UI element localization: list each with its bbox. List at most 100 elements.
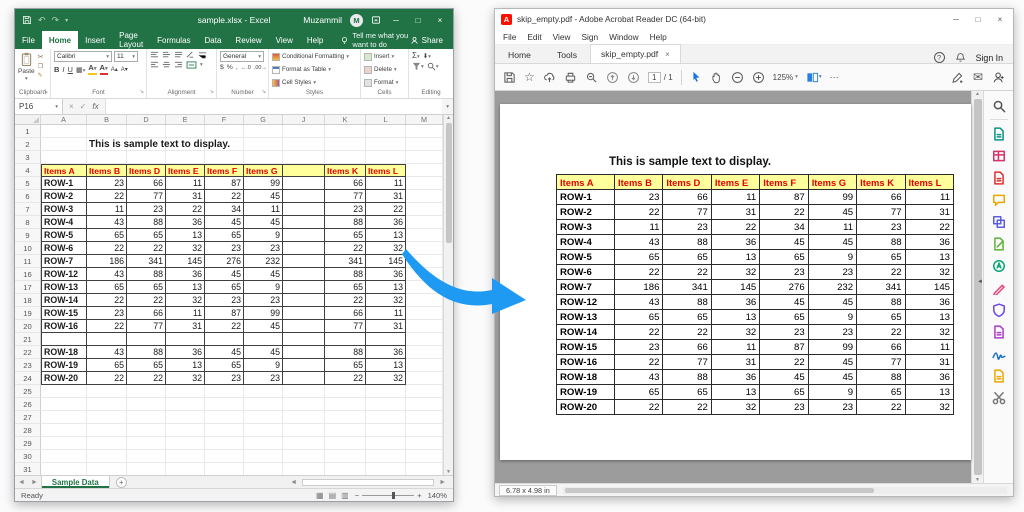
pdf-table-cell[interactable]: 13	[905, 250, 953, 265]
grid-cell[interactable]	[283, 320, 325, 333]
pdf-table-cell[interactable]: 13	[905, 385, 953, 400]
grid-cell[interactable]: 36	[366, 346, 406, 359]
grid-cell[interactable]	[406, 151, 443, 164]
pdf-table-cell[interactable]: 13	[905, 310, 953, 325]
grid-cell[interactable]	[366, 463, 406, 475]
pdf-table-cell[interactable]: ROW-15	[557, 340, 615, 355]
grid-cell[interactable]: ROW-16	[41, 320, 87, 333]
pdf-table-cell[interactable]: 11	[905, 190, 953, 205]
grid-cell[interactable]	[325, 450, 366, 463]
column-header-F[interactable]: F	[205, 115, 244, 124]
pdf-table-cell[interactable]: 65	[615, 250, 663, 265]
pdf-table-cell[interactable]: ROW-14	[557, 325, 615, 340]
grid-cell[interactable]: 13	[166, 229, 205, 242]
grid-cell[interactable]: 77	[127, 320, 166, 333]
acrobat-tab-home[interactable]: Home	[495, 45, 544, 64]
column-header-D[interactable]: D	[127, 115, 166, 124]
row-header-9[interactable]: 9	[15, 229, 41, 242]
pdf-table-cell[interactable]: 341	[663, 280, 711, 295]
select-all-corner[interactable]	[15, 115, 41, 124]
grid-cell[interactable]: ROW-2	[41, 190, 87, 203]
grid-cell[interactable]	[406, 411, 443, 424]
pdf-table-cell[interactable]: 13	[711, 385, 759, 400]
row-header-21[interactable]: 21	[15, 333, 41, 346]
grid-cell[interactable]	[127, 333, 166, 346]
grid-cell[interactable]: 43	[87, 216, 127, 229]
grid-cell[interactable]: 65	[205, 229, 244, 242]
insert-cells-button[interactable]: Insert▾	[364, 51, 405, 62]
grid-cell[interactable]	[87, 385, 127, 398]
grid-cell[interactable]: 66	[325, 307, 366, 320]
grid-cell[interactable]	[406, 463, 443, 475]
pdf-table-cell[interactable]: 22	[615, 325, 663, 340]
pdf-table-cell[interactable]: 65	[857, 310, 905, 325]
grid-cell[interactable]	[406, 203, 443, 216]
normal-view-icon[interactable]: ▦	[316, 491, 324, 500]
grid-cell[interactable]	[166, 125, 205, 138]
row-header-2[interactable]: 2	[15, 138, 41, 151]
pdf-table-cell[interactable]: 32	[905, 400, 953, 415]
protect-icon[interactable]	[990, 301, 1007, 318]
grid-cell[interactable]: 22	[325, 294, 366, 307]
row-header-26[interactable]: 26	[15, 398, 41, 411]
account-person-icon[interactable]	[992, 71, 1005, 84]
grid-cell[interactable]: ROW-20	[41, 372, 87, 385]
grid-cell[interactable]: 23	[127, 203, 166, 216]
grid-cell[interactable]	[406, 320, 443, 333]
acrobat-menu-help[interactable]: Help	[650, 32, 667, 42]
pdf-table-cell[interactable]: 36	[711, 235, 759, 250]
grid-cell[interactable]	[87, 424, 127, 437]
grid-cell[interactable]: Items D	[127, 164, 166, 177]
save-icon[interactable]	[22, 15, 32, 25]
grid-cell[interactable]	[283, 151, 325, 164]
pdf-table-cell[interactable]: 11	[615, 220, 663, 235]
grid-cell[interactable]: 87	[205, 307, 244, 320]
pdf-table-cell[interactable]: 23	[615, 190, 663, 205]
grid-cell[interactable]	[205, 125, 244, 138]
column-header-J[interactable]: J	[283, 115, 325, 124]
grid-cell[interactable]: 65	[87, 359, 127, 372]
grid-cell[interactable]	[244, 424, 283, 437]
column-header-E[interactable]: E	[166, 115, 205, 124]
pdf-table-cell[interactable]: 45	[808, 355, 856, 370]
grid-cell[interactable]: 66	[325, 177, 366, 190]
grid-cell[interactable]: 36	[166, 346, 205, 359]
bold-button[interactable]: B	[54, 65, 59, 74]
grid-cell[interactable]	[41, 151, 87, 164]
pdf-table-cell[interactable]: ROW-19	[557, 385, 615, 400]
grid-cell[interactable]	[87, 450, 127, 463]
pdf-table-cell[interactable]: 11	[808, 220, 856, 235]
grid-cell[interactable]	[406, 268, 443, 281]
grid-cell[interactable]: 87	[205, 177, 244, 190]
more-tools-icon[interactable]	[990, 389, 1007, 406]
request-signatures-icon[interactable]	[990, 345, 1007, 362]
grid-cell[interactable]: 22	[87, 320, 127, 333]
pdf-table-cell[interactable]: 22	[857, 400, 905, 415]
select-tool-icon[interactable]	[690, 71, 702, 83]
ribbon-display-options-icon[interactable]	[371, 15, 381, 25]
grid-cell[interactable]	[325, 463, 366, 475]
grid-cell[interactable]	[244, 450, 283, 463]
grid-cell[interactable]	[406, 125, 443, 138]
scrollbar-thumb[interactable]	[446, 123, 452, 243]
grid-cell[interactable]	[127, 411, 166, 424]
grid-cell[interactable]	[41, 398, 87, 411]
acrobat-scroll-up-icon[interactable]: ▲	[975, 91, 980, 97]
maximize-button[interactable]: □	[411, 16, 425, 25]
grid-cell[interactable]	[406, 385, 443, 398]
help-icon[interactable]: ?	[934, 52, 945, 63]
pdf-table-cell[interactable]: 88	[663, 295, 711, 310]
acrobat-vertical-scrollbar[interactable]: ▲ ▼	[971, 91, 983, 483]
fill-button[interactable]: ⬇▾	[423, 52, 431, 60]
search-icon[interactable]	[585, 71, 598, 84]
grid-cell[interactable]: Items A	[41, 164, 87, 177]
acrobat-minimize-button[interactable]: ─	[949, 15, 963, 24]
pdf-table-cell[interactable]: 77	[663, 205, 711, 220]
grid-cell[interactable]	[283, 242, 325, 255]
pdf-table-cell[interactable]: 22	[663, 400, 711, 415]
pdf-table-cell[interactable]: 43	[615, 295, 663, 310]
row-header-18[interactable]: 18	[15, 294, 41, 307]
acrobat-close-button[interactable]: ×	[993, 15, 1007, 24]
pdf-table-cell[interactable]: 276	[760, 280, 808, 295]
previous-page-icon[interactable]	[606, 71, 619, 84]
